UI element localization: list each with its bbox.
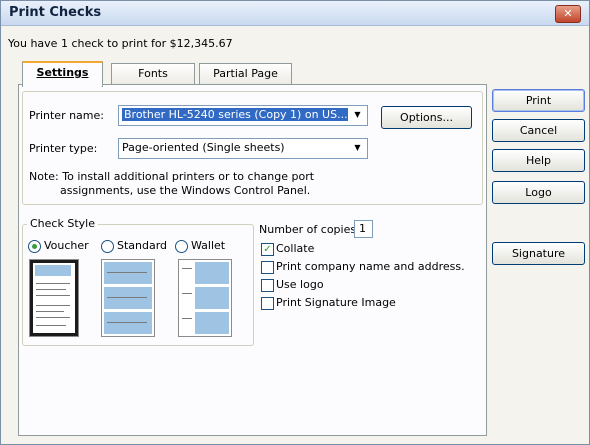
chevron-down-icon: ▼ bbox=[354, 143, 361, 152]
voucher-radio[interactable] bbox=[28, 240, 41, 253]
print-company-label: Print company name and address. bbox=[276, 260, 465, 273]
check-summary: You have 1 check to print for $12,345.67 bbox=[8, 37, 233, 50]
help-button[interactable]: Help bbox=[492, 149, 585, 172]
window-title: Print Checks bbox=[9, 5, 102, 20]
close-button[interactable]: ✕ bbox=[555, 5, 581, 23]
tab-label: Fonts bbox=[138, 67, 168, 80]
tab-settings[interactable]: Settings bbox=[22, 61, 103, 87]
check-style-legend: Check Style bbox=[27, 217, 98, 230]
copies-label: Number of copies: bbox=[259, 223, 360, 236]
close-icon: ✕ bbox=[563, 7, 573, 20]
tab-partial-page[interactable]: Partial Page bbox=[199, 63, 292, 84]
printer-group: Printer name: Brother HL-5240 series (Co… bbox=[22, 91, 483, 205]
print-signature-checkbox[interactable] bbox=[261, 297, 274, 310]
printer-type-label: Printer type: bbox=[29, 142, 98, 155]
note-line-1: Note: To install additional printers or … bbox=[29, 170, 315, 183]
print-company-checkbox[interactable] bbox=[261, 261, 274, 274]
collate-label: Collate bbox=[276, 242, 315, 255]
print-checks-dialog: Print Checks ✕ You have 1 check to print… bbox=[0, 0, 590, 445]
print-button-label: Print bbox=[525, 94, 552, 107]
printer-name-dropdown[interactable]: Brother HL-5240 series (Copy 1) on US...… bbox=[118, 105, 368, 126]
standard-radio[interactable] bbox=[101, 240, 114, 253]
print-signature-label: Print Signature Image bbox=[276, 296, 396, 309]
tab-label: Settings bbox=[36, 66, 89, 79]
print-button[interactable]: Print bbox=[492, 89, 585, 112]
note-line-2: assignments, use the Windows Control Pan… bbox=[60, 184, 311, 197]
collate-checkbox[interactable]: ✓ bbox=[261, 243, 274, 256]
cancel-button[interactable]: Cancel bbox=[492, 119, 585, 142]
standard-preview-image bbox=[101, 259, 155, 337]
title-bar: Print Checks ✕ bbox=[1, 1, 589, 26]
wallet-preview-image bbox=[178, 259, 232, 337]
voucher-label: Voucher bbox=[44, 239, 89, 252]
check-icon: ✓ bbox=[263, 244, 272, 255]
help-button-label: Help bbox=[525, 154, 552, 167]
printer-type-value: Page-oriented (Single sheets) bbox=[122, 141, 285, 154]
signature-button-label: Signature bbox=[511, 247, 566, 260]
printer-name-value: Brother HL-5240 series (Copy 1) on US... bbox=[122, 108, 348, 121]
tab-fonts[interactable]: Fonts bbox=[111, 63, 195, 84]
settings-panel: Printer name: Brother HL-5240 series (Co… bbox=[18, 84, 487, 436]
printer-type-dropdown[interactable]: Page-oriented (Single sheets) ▼ bbox=[118, 138, 368, 159]
check-style-group: Check Style Voucher Standard Wallet bbox=[22, 217, 254, 346]
copies-input[interactable]: 1 bbox=[354, 220, 373, 238]
copies-value: 1 bbox=[359, 222, 366, 235]
chevron-down-icon: ▼ bbox=[354, 110, 361, 119]
logo-button-label: Logo bbox=[525, 186, 552, 199]
standard-label: Standard bbox=[117, 239, 168, 252]
options-button[interactable]: Options... bbox=[381, 106, 472, 129]
use-logo-label: Use logo bbox=[276, 278, 324, 291]
wallet-radio[interactable] bbox=[175, 240, 188, 253]
use-logo-checkbox[interactable] bbox=[261, 279, 274, 292]
voucher-preview-image bbox=[29, 259, 79, 337]
logo-button[interactable]: Logo bbox=[492, 181, 585, 204]
tab-label: Partial Page bbox=[213, 67, 278, 80]
signature-button[interactable]: Signature bbox=[492, 242, 585, 265]
options-button-label: Options... bbox=[400, 111, 453, 124]
wallet-label: Wallet bbox=[191, 239, 226, 252]
printer-name-label: Printer name: bbox=[29, 109, 104, 122]
cancel-button-label: Cancel bbox=[519, 124, 558, 137]
